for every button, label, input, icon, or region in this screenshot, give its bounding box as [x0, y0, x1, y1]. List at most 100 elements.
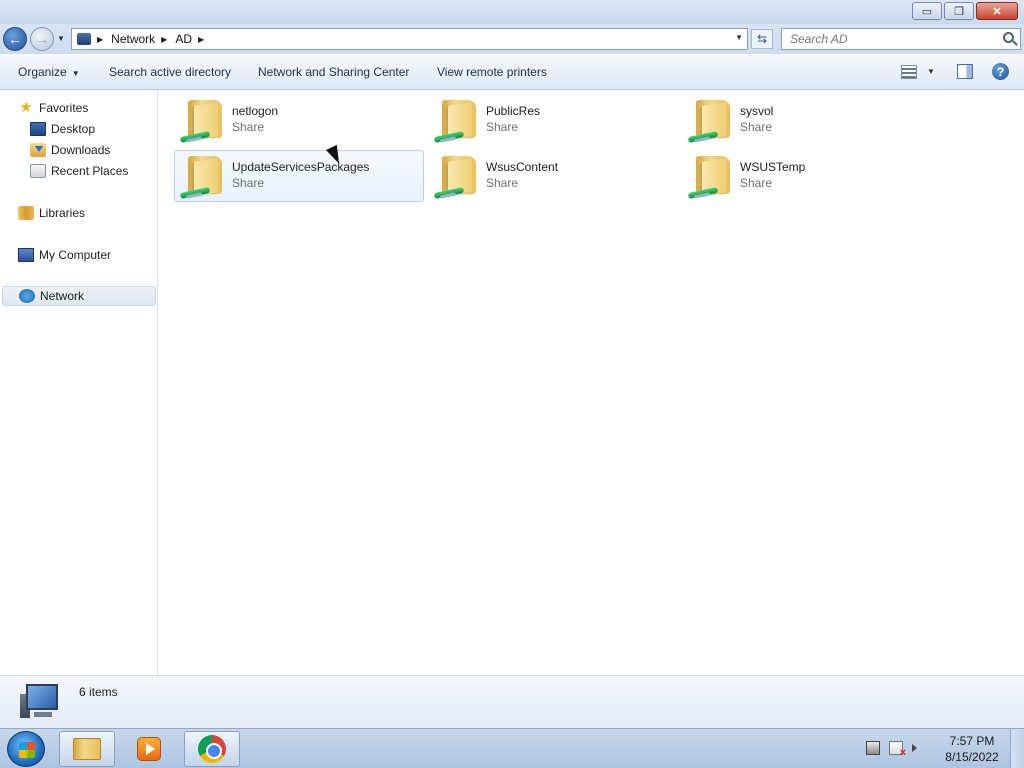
preview-pane-icon[interactable] [957, 64, 973, 79]
search-input[interactable] [782, 29, 992, 49]
search-box[interactable] [781, 28, 1021, 50]
sidebar-item-desktop[interactable]: Desktop [30, 119, 156, 139]
share-item-wsustemp[interactable]: WSUSTemp Share [682, 150, 932, 202]
desktop-icon [30, 122, 46, 136]
forward-button[interactable]: → [30, 27, 54, 51]
taskbar-explorer-button[interactable] [59, 731, 115, 767]
recent-places-icon [30, 164, 46, 178]
sidebar-item-recent-places[interactable]: Recent Places [30, 161, 156, 181]
network-status-icon[interactable] [866, 741, 880, 755]
taskbar-media-player-button[interactable] [121, 731, 177, 767]
sidebar-item-my-computer[interactable]: My Computer [18, 245, 156, 265]
system-tray [866, 741, 917, 759]
star-icon: ★ [19, 99, 33, 116]
sidebar-item-libraries[interactable]: Libraries [18, 203, 156, 223]
shared-folder-icon [178, 96, 226, 144]
shared-folder-icon [432, 152, 480, 200]
network-sharing-center-button[interactable]: Network and Sharing Center [258, 65, 409, 79]
details-pane: 6 items [0, 675, 1024, 728]
chrome-icon [198, 735, 226, 763]
close-button[interactable]: ✕ [976, 2, 1018, 20]
search-icon[interactable] [1003, 32, 1014, 43]
action-center-icon[interactable] [889, 741, 906, 759]
shared-folder-icon [432, 96, 480, 144]
clock[interactable]: 7:57 PM 8/15/2022 [940, 733, 1004, 765]
back-button[interactable]: ← [3, 27, 27, 51]
network-icon [19, 289, 35, 303]
navigation-bar: ← → ▼ ▶ Network ▶ AD ▶ ▼ ⇆ [0, 24, 1024, 54]
item-name: netlogon [232, 104, 279, 118]
downloads-icon [30, 143, 46, 157]
address-bar[interactable]: ▶ Network ▶ AD ▶ ▼ [71, 28, 748, 50]
forward-arrow-icon: → [35, 31, 49, 47]
volume-icon[interactable] [912, 744, 917, 752]
shared-folder-icon [686, 152, 734, 200]
share-item-wsuscontent[interactable]: WsusContent Share [428, 150, 678, 202]
share-item-sysvol[interactable]: sysvol Share [682, 94, 932, 146]
maximize-button[interactable]: ❐ [944, 2, 974, 20]
breadcrumb-separator-icon[interactable]: ▶ [161, 35, 167, 44]
item-type: Share [232, 176, 265, 190]
start-button[interactable] [7, 731, 45, 767]
shared-folder-icon [178, 152, 226, 200]
item-name: UpdateServicesPackages [232, 160, 370, 174]
taskbar: 7:57 PM 8/15/2022 [0, 728, 1024, 768]
file-list: netlogon Share PublicRes Share sysvol Share… [159, 90, 1024, 675]
item-type: Share [486, 176, 519, 190]
show-desktop-button[interactable] [1010, 729, 1024, 768]
share-item-netlogon[interactable]: netlogon Share [174, 94, 424, 146]
minimize-button[interactable]: ▭ [912, 2, 942, 20]
refresh-button[interactable]: ⇆ [751, 29, 773, 49]
clock-time: 7:57 PM [949, 734, 995, 748]
item-type: Share [740, 120, 773, 134]
sidebar-item-label: Desktop [51, 122, 96, 136]
restore-icon: ❐ [954, 5, 964, 18]
breadcrumb-ad[interactable]: AD [175, 32, 192, 46]
folder-icon [73, 738, 101, 760]
sidebar-item-network[interactable]: Network [2, 286, 156, 306]
share-item-updateservicespackages[interactable]: UpdateServicesPackages Share [174, 150, 424, 202]
sidebar-item-label: Network [40, 289, 85, 303]
sidebar-item-label: Recent Places [51, 164, 129, 178]
navigation-pane: ★ Favorites Desktop Downloads Recent Pla… [0, 90, 158, 675]
network-location-icon [77, 33, 91, 45]
minimize-icon: ▭ [921, 5, 933, 18]
taskbar-chrome-button[interactable] [184, 731, 240, 767]
item-name: sysvol [740, 104, 774, 118]
computer-icon [18, 248, 34, 262]
view-options-dropdown[interactable]: ▼ [927, 67, 935, 76]
item-count: 6 items [79, 685, 118, 699]
media-player-icon [137, 737, 161, 761]
title-bar: ▭ ❐ ✕ [0, 0, 1024, 24]
sidebar-item-favorites[interactable]: ★ Favorites [18, 98, 156, 118]
change-view-icon[interactable] [901, 65, 917, 79]
item-type: Share [232, 120, 265, 134]
clock-date: 8/15/2022 [945, 750, 999, 764]
recent-pages-dropdown[interactable]: ▼ [57, 34, 65, 43]
sidebar-item-label: Downloads [51, 143, 111, 157]
chevron-down-icon: ▼ [71, 69, 80, 78]
item-name: WSUSTemp [740, 160, 806, 174]
item-name: PublicRes [486, 104, 541, 118]
libraries-icon [18, 206, 34, 220]
help-icon[interactable]: ? [992, 63, 1009, 80]
sidebar-item-downloads[interactable]: Downloads [30, 140, 156, 160]
shared-folder-icon [686, 96, 734, 144]
computer-icon [20, 684, 62, 720]
sidebar-item-label: My Computer [39, 248, 112, 262]
window-controls: ▭ ❐ ✕ [912, 2, 1018, 20]
back-arrow-icon: ← [8, 31, 22, 47]
close-icon: ✕ [992, 5, 1002, 18]
address-history-dropdown[interactable]: ▼ [735, 33, 743, 42]
breadcrumb-separator-icon[interactable]: ▶ [97, 35, 103, 44]
share-item-publicres[interactable]: PublicRes Share [428, 94, 678, 146]
command-bar: Organize ▼ Search active directory Networ… [0, 54, 1024, 90]
organize-button[interactable]: Organize ▼ [18, 65, 80, 79]
item-type: Share [740, 176, 773, 190]
breadcrumb-separator-icon[interactable]: ▶ [198, 35, 204, 44]
item-type: Share [486, 120, 519, 134]
view-remote-printers-button[interactable]: View remote printers [437, 65, 547, 79]
breadcrumb-network[interactable]: Network [111, 32, 155, 46]
item-name: WsusContent [486, 160, 559, 174]
search-active-directory-button[interactable]: Search active directory [109, 65, 231, 79]
